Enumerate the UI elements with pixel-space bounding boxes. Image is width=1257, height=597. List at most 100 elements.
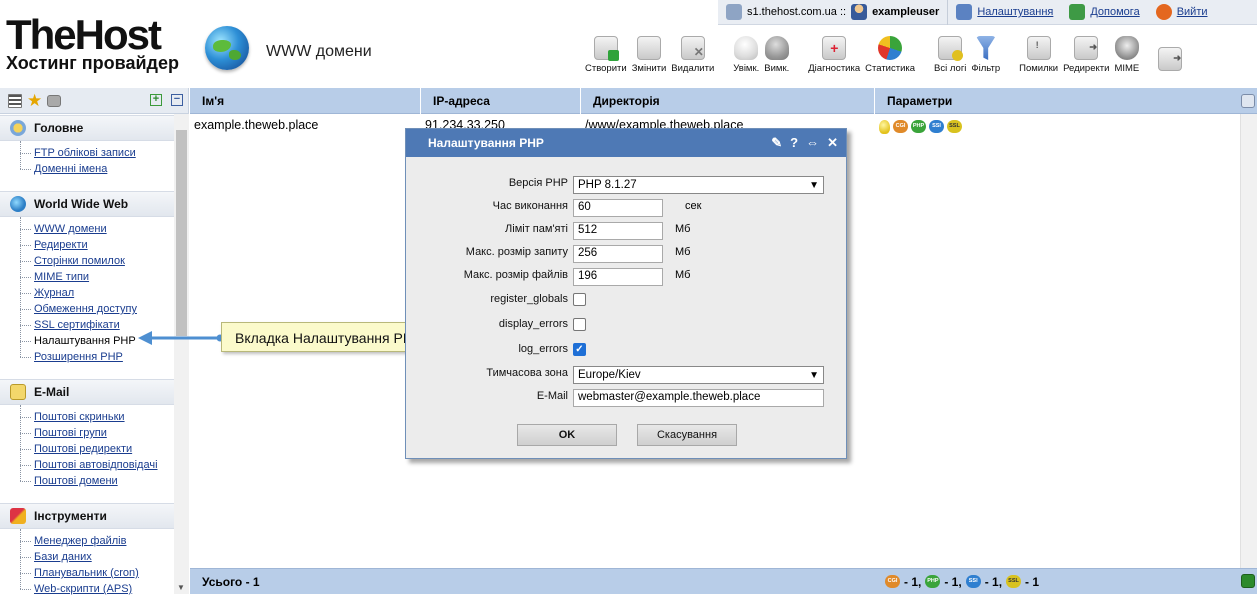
table-settings-icon[interactable]: [1241, 94, 1255, 108]
timezone-label: Тимчасова зона: [486, 367, 568, 379]
form-row-display-errors: display_errors: [413, 315, 838, 337]
resize-icon[interactable]: ⇔: [806, 135, 819, 151]
sidebar-item-mail-groups[interactable]: Поштові групи: [0, 425, 174, 441]
main-scrollbar[interactable]: [1240, 114, 1257, 568]
column-name[interactable]: Ім'я: [190, 88, 421, 114]
pin-icon[interactable]: ✎: [771, 135, 782, 151]
footer-total: Усього - 1: [202, 574, 260, 589]
exec-time-label: Час виконання: [492, 200, 568, 212]
form-row-email: E-Mail webmaster@example.theweb.place: [413, 387, 838, 409]
globe-icon: [205, 26, 249, 70]
settings-link[interactable]: Налаштування: [977, 6, 1053, 18]
toolbar-logs-button[interactable]: Всі логі: [934, 36, 966, 74]
upload-size-unit: Мб: [675, 269, 691, 281]
post-size-input[interactable]: 256: [573, 245, 663, 263]
sidebar-section-header[interactable]: Головне: [0, 115, 174, 141]
sidebar-item-autoresponders[interactable]: Поштові автовідповідачі: [0, 457, 174, 473]
sidebar-item-file-manager[interactable]: Менеджер файлів: [0, 533, 174, 549]
sidebar-section-header[interactable]: E-Mail: [0, 379, 174, 405]
toolbar-enable-button[interactable]: Увімк.: [733, 36, 759, 74]
column-directory[interactable]: Директорія: [581, 88, 875, 114]
form-row-post-size: Макс. розмір запиту 256 Мб: [413, 243, 838, 265]
settings-icon[interactable]: [956, 4, 973, 20]
logout-icon[interactable]: [1155, 4, 1172, 20]
cell-parameters: CGI PHP SSI SSL: [875, 115, 962, 135]
sidebar-item-cron[interactable]: Планувальник (cron): [0, 565, 174, 581]
sidebar-item-web-scripts[interactable]: Web-скрипти (APS): [0, 581, 174, 597]
toolbar-errors-button[interactable]: ! Помилки: [1019, 36, 1058, 74]
toolbar-delete-button[interactable]: ✕ Видалити: [671, 36, 714, 74]
sidebar-item-access-limits[interactable]: Обмеження доступу: [0, 301, 174, 317]
table-header: Ім'я IP-адреса Директорія Параметри: [190, 88, 1257, 114]
sidebar-section-header[interactable]: Інструменти: [0, 503, 174, 529]
sidebar-section-email: E-Mail Поштові скриньки Поштові групи По…: [0, 379, 174, 489]
sidebar-item-ftp-accounts[interactable]: FTP облікові записи: [0, 145, 174, 161]
toolbar-statistics-button[interactable]: Статистика: [865, 36, 915, 74]
exec-time-input[interactable]: 60: [573, 199, 663, 217]
sidebar-section-header[interactable]: World Wide Web: [0, 191, 174, 217]
diagnostics-icon: +: [822, 36, 847, 60]
sidebar-item-mime-types[interactable]: MIME типи: [0, 269, 174, 285]
php-version-select[interactable]: PHP 8.1.27 ▼: [573, 176, 824, 194]
memory-limit-label: Ліміт пам'яті: [505, 223, 568, 235]
exec-time-unit: сек: [685, 200, 702, 212]
toolbar-create-button[interactable]: Створити: [585, 36, 627, 74]
column-ip[interactable]: IP-адреса: [421, 88, 581, 114]
log-errors-checkbox[interactable]: ✓: [573, 343, 586, 356]
sidebar-item-mail-domains[interactable]: Поштові домени: [0, 473, 174, 489]
sidebar-item-www-domains[interactable]: WWW домени: [0, 221, 174, 237]
php-settings-dialog: Налаштування PHP ✎ ? ⇔ ✕ Версія PHP PHP …: [405, 128, 847, 459]
favorites-star-icon[interactable]: ★: [27, 92, 42, 109]
sidebar-item-redirects[interactable]: Редиректи: [0, 237, 174, 253]
toolbar-export-button[interactable]: ➜: [1158, 47, 1183, 74]
help-icon[interactable]: [1069, 4, 1086, 20]
server-name: s1.thehost.com.ua ::: [747, 6, 847, 18]
toolbar-filter-button[interactable]: Фільтр: [971, 36, 1000, 74]
logs-icon: [938, 36, 964, 61]
expand-all-icon[interactable]: +: [150, 94, 162, 106]
timezone-select[interactable]: Europe/Kiev ▼: [573, 366, 824, 384]
form-row-memory: Ліміт пам'яті 512 Мб: [413, 220, 838, 242]
toolbar-disable-button[interactable]: Вимк.: [764, 36, 789, 74]
cell-name: example.theweb.place: [194, 118, 319, 132]
dialog-title: Налаштування PHP: [428, 136, 544, 150]
cancel-button[interactable]: Скасування: [637, 424, 737, 446]
statistics-icon: [878, 36, 903, 60]
form-row-register-globals: register_globals: [413, 290, 838, 312]
sidebar-item-php-extensions[interactable]: Розширення PHP: [0, 349, 174, 365]
toolbar-diagnostics-button[interactable]: + Діагностика: [808, 36, 860, 74]
list-view-icon[interactable]: [8, 93, 22, 108]
ok-button[interactable]: OK: [517, 424, 617, 446]
collapse-all-icon[interactable]: −: [171, 94, 183, 106]
dialog-titlebar[interactable]: Налаштування PHP ✎ ? ⇔ ✕: [406, 129, 846, 157]
help-link[interactable]: Допомога: [1090, 6, 1139, 18]
display-errors-checkbox[interactable]: [573, 318, 586, 331]
help-question-icon[interactable]: ?: [790, 135, 798, 151]
sidebar-item-domain-names[interactable]: Доменні імена: [0, 161, 174, 177]
sidebar-item-journal[interactable]: Журнал: [0, 285, 174, 301]
scroll-down-arrow-icon[interactable]: ▼: [177, 583, 185, 592]
sidebar-item-mail-redirects[interactable]: Поштові редиректи: [0, 441, 174, 457]
form-row-php-version: Версія PHP PHP 8.1.27 ▼: [413, 174, 838, 196]
sidebar-item-error-pages[interactable]: Сторінки помилок: [0, 253, 174, 269]
email-field[interactable]: webmaster@example.theweb.place: [573, 389, 824, 407]
redirects-icon: ➜: [1074, 36, 1099, 60]
sidebar-item-databases[interactable]: Бази даних: [0, 549, 174, 565]
upload-size-input[interactable]: 196: [573, 268, 663, 286]
excel-export-icon[interactable]: [1241, 574, 1255, 588]
logout-link[interactable]: Вийти: [1177, 6, 1208, 18]
toolbar-edit-button[interactable]: Змінити: [632, 36, 666, 74]
memory-limit-input[interactable]: 512: [573, 222, 663, 240]
column-parameters[interactable]: Параметри: [875, 88, 1239, 114]
briefcase-icon[interactable]: [47, 94, 62, 107]
close-icon[interactable]: ✕: [827, 135, 838, 151]
sidebar-scroll-thumb[interactable]: [176, 130, 187, 336]
sidebar-item-mailboxes[interactable]: Поштові скриньки: [0, 409, 174, 425]
toolbar-redirects-button[interactable]: ➜ Редиректи: [1063, 36, 1109, 74]
register-globals-checkbox[interactable]: [573, 293, 586, 306]
mime-icon: [1114, 36, 1139, 60]
delete-icon: ✕: [680, 36, 705, 60]
sidebar-scrollbar[interactable]: ▼: [174, 114, 189, 594]
toolbar-mime-button[interactable]: MIME: [1114, 36, 1139, 74]
post-size-unit: Мб: [675, 246, 691, 258]
